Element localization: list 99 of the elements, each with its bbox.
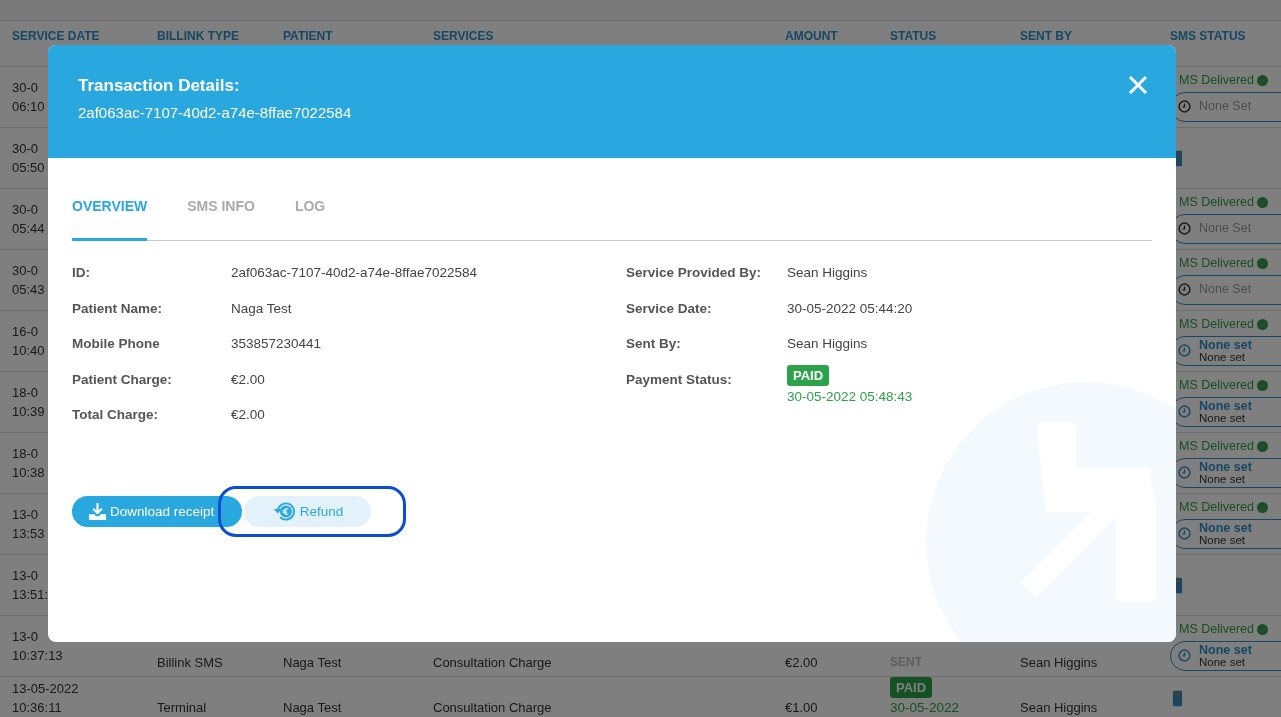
field-label: Sent By: [626, 336, 681, 351]
column-header: STATUS [890, 28, 938, 43]
check-circle-icon [1257, 379, 1269, 391]
download-icon [88, 501, 107, 521]
field-value: 2af063ac-7107-40d2-a74e-8ffae7022584 [231, 265, 477, 280]
check-circle-icon [1257, 623, 1269, 635]
schedule-sublabel: None set [1199, 350, 1247, 363]
field-value: 353857230441 [231, 336, 322, 351]
field-label: Mobile Phone [72, 336, 160, 351]
field-label: Total Charge: [72, 407, 158, 422]
download-receipt-button[interactable]: Download receipt [72, 495, 242, 527]
clock-icon [1178, 649, 1191, 662]
schedule-sublabel: None set [1199, 533, 1247, 546]
clock-icon [1178, 344, 1191, 357]
time-text: 05:44 [12, 221, 45, 236]
column-header: SMS STATUS [1170, 28, 1247, 43]
date-text: 13-0 [12, 629, 39, 644]
clock-icon [1178, 466, 1191, 479]
schedule-sublabel: None set [1199, 472, 1247, 485]
check-circle-icon [1257, 74, 1269, 86]
paid-date: 30-05-2022 [890, 700, 961, 715]
paid-badge: PAID [787, 364, 830, 386]
date-text: 30-0 [12, 263, 39, 278]
payment-date: 30-05-2022 05:48:43 [787, 388, 914, 404]
field-value: €2.00 [231, 407, 265, 422]
date-text: 13-05-2022 [12, 681, 79, 696]
schedule-label: None set [1199, 399, 1252, 412]
table-cell: Terminal [157, 700, 207, 715]
field-label: Payment Status: [626, 371, 732, 387]
column-header: BILLINK TYPE [157, 28, 240, 43]
time-text: 05:50 [12, 160, 45, 175]
date-text: 30-0 [12, 80, 39, 95]
time-text: 05:43 [12, 282, 45, 297]
table-cell: Sean Higgins [1020, 655, 1098, 670]
schedule-label: None set [1199, 521, 1252, 534]
field-label: ID: [72, 265, 90, 280]
time-text: 10:36:11 [12, 700, 62, 715]
field-value: Naga Test [231, 300, 292, 316]
field-value: Sean Higgins [787, 336, 868, 351]
time-text: 10:38 [12, 465, 45, 480]
check-circle-icon [1257, 196, 1269, 208]
paid-badge: PAID [890, 677, 933, 698]
time-text: 10:37:13 [12, 648, 63, 663]
close-icon [1128, 75, 1148, 95]
column-header: AMOUNT [785, 28, 839, 43]
column-header: SENT BY [1020, 28, 1073, 43]
date-text: 13-0 [12, 568, 39, 583]
date-text: 18-0 [12, 385, 39, 400]
tab[interactable]: LOG [294, 186, 326, 241]
table-cell: Naga Test [283, 700, 342, 715]
column-header: SERVICE DATE [12, 28, 101, 43]
schedule-label: None set [1199, 460, 1252, 473]
schedule-label: None set [1199, 338, 1252, 351]
check-circle-icon [1257, 257, 1269, 269]
table-cell: Sean Higgins [1020, 700, 1098, 715]
tab[interactable]: OVERVIEW [72, 186, 148, 241]
table-cell: €2.00 [785, 655, 818, 670]
check-circle-icon [1257, 501, 1269, 513]
table-cell: Consultation Charge [433, 655, 552, 670]
column-header: SERVICES [433, 28, 495, 43]
field-value: 30-05-2022 05:44:20 [787, 300, 913, 316]
column-header: PATIENT [283, 28, 334, 43]
time-text: 13:53 [12, 526, 45, 541]
euro-refund-icon [271, 500, 297, 522]
time-text: 10:39 [12, 404, 45, 419]
time-text: 13:51: [12, 587, 49, 602]
clock-icon [1178, 100, 1191, 113]
clock-icon [1178, 222, 1191, 235]
schedule-sublabel: None set [1199, 411, 1247, 424]
table-cell: Consultation Charge [433, 700, 552, 715]
check-circle-icon [1257, 318, 1269, 330]
table-cell: Billink SMS [157, 655, 223, 670]
field-label: Patient Charge: [72, 371, 172, 387]
clock-icon [1178, 405, 1191, 418]
time-text: 06:10 [12, 99, 45, 114]
field-value: Sean Higgins [787, 265, 868, 280]
field-value: €2.00 [231, 371, 265, 387]
field-label: Service Date: [626, 300, 712, 316]
card-terminal-icon [1172, 689, 1183, 707]
clock-icon [1178, 283, 1191, 296]
field-label: Service Provided By: [626, 265, 762, 280]
transaction-id: 2af063ac-7107-40d2-a74e-8ffae7022584 [78, 104, 352, 121]
date-text: 30-0 [12, 141, 39, 156]
dialog-title: Transaction Details: [78, 76, 241, 96]
refund-button[interactable]: Refund [244, 495, 371, 527]
field-label: Patient Name: [72, 300, 163, 316]
tab[interactable]: SMS INFO [187, 186, 255, 241]
table-cell: Naga Test [283, 655, 342, 670]
schedule-label: None set [1199, 643, 1252, 656]
date-text: 13-0 [12, 507, 39, 522]
date-text: 16-0 [12, 324, 39, 339]
date-text: 18-0 [12, 446, 39, 461]
date-text: 30-0 [12, 202, 39, 217]
time-text: 10:40 [12, 343, 45, 358]
clock-icon [1178, 527, 1191, 540]
close-button[interactable] [1128, 75, 1148, 95]
table-cell: €1.00 [785, 700, 818, 715]
check-circle-icon [1257, 440, 1269, 452]
schedule-sublabel: None set [1199, 655, 1247, 668]
